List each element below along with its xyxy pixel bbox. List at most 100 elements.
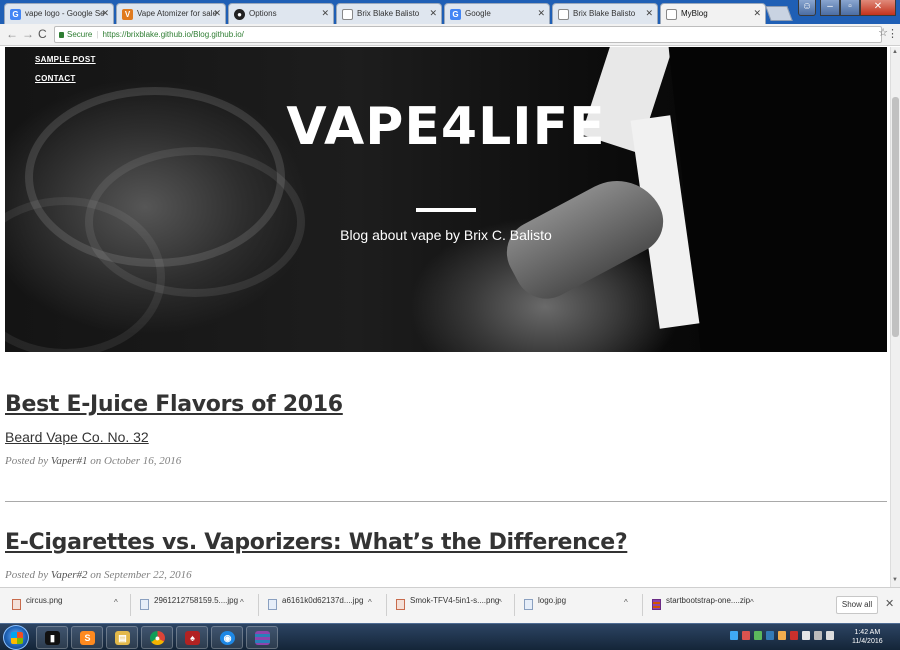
reload-icon[interactable]: C	[38, 27, 47, 41]
close-icon[interactable]: ✕	[645, 8, 653, 19]
tray-volume-icon[interactable]	[826, 631, 834, 640]
tray-display-icon[interactable]	[814, 631, 822, 640]
tab-title: Google	[465, 9, 491, 18]
archive-file-icon	[652, 599, 661, 610]
chevron-up-icon[interactable]: ^	[498, 598, 502, 607]
post-subtitle-link[interactable]: Beard Vape Co. No. 32	[5, 429, 887, 445]
download-item[interactable]: 2961212758159.5....jpg ^	[140, 596, 244, 616]
user-icon[interactable]: ☺	[798, 0, 816, 16]
post-author[interactable]: Vaper#1	[51, 455, 88, 467]
close-icon[interactable]: ✕	[213, 8, 221, 19]
chrome-icon: ●	[150, 631, 165, 645]
nav-link-contact[interactable]: CONTACT	[35, 74, 96, 83]
game-icon: ♠	[185, 631, 200, 645]
tray-network-icon[interactable]	[730, 631, 738, 640]
tab-myblog[interactable]: MyBlog ✕	[660, 3, 766, 25]
taskbar-app-chat[interactable]: ◉	[211, 626, 243, 649]
chevron-up-icon[interactable]: ^	[114, 598, 118, 607]
menu-icon[interactable]: ⋮	[887, 27, 898, 40]
scroll-down-arrow-icon[interactable]: ▼	[892, 577, 898, 583]
close-icon[interactable]: ✕	[321, 8, 329, 19]
lock-icon	[59, 32, 64, 38]
archive-icon	[255, 631, 270, 645]
tab-title: vape logo - Google Sear	[25, 9, 105, 18]
tab-title: Brix Blake Balisto	[357, 9, 420, 18]
tab-vape-logo-google[interactable]: G vape logo - Google Sear ✕	[4, 3, 114, 24]
post-meta: Posted by Vaper#2 on September 22, 2016	[5, 569, 887, 581]
tab-options[interactable]: ● Options ✕	[228, 3, 334, 24]
post-preview: Best E-Juice Flavors of 2016 Beard Vape …	[5, 392, 887, 467]
minimize-button[interactable]: –	[820, 0, 840, 16]
image-file-icon	[396, 599, 405, 610]
close-window-button[interactable]: ✕	[860, 0, 896, 16]
windows-logo-icon	[11, 632, 23, 644]
tray-update-icon[interactable]	[754, 631, 762, 640]
tab-google[interactable]: G Google ✕	[444, 3, 550, 24]
download-filename: circus.png	[26, 596, 63, 605]
post-meta-prefix: Posted by	[5, 569, 49, 581]
tray-shield-icon[interactable]	[742, 631, 750, 640]
post-author[interactable]: Vaper#2	[51, 569, 88, 581]
download-item[interactable]: startbootstrap-one....zip ^	[652, 596, 754, 616]
post-title-link[interactable]: E-Cigarettes vs. Vaporizers: What’s the …	[5, 530, 887, 555]
scrollbar-thumb[interactable]	[892, 97, 899, 337]
page-icon	[342, 9, 353, 20]
taskbar-app-game[interactable]: ♠	[176, 626, 208, 649]
back-arrow-icon[interactable]: ←	[6, 27, 18, 41]
taskbar-app-sublime[interactable]: S	[71, 626, 103, 649]
start-button[interactable]	[3, 625, 29, 650]
new-tab-button[interactable]	[765, 6, 793, 21]
tray-flag-icon[interactable]	[802, 631, 810, 640]
post-meta: Posted by Vaper#1 on October 16, 2016	[5, 455, 887, 467]
download-filename: Smok-TFV4-5in1-s....png	[410, 596, 500, 605]
scroll-up-arrow-icon[interactable]: ▲	[892, 49, 898, 55]
maximize-button[interactable]: ▫	[840, 0, 860, 16]
post-meta-prefix: Posted by	[5, 455, 49, 467]
post-date: September 22, 2016	[104, 569, 192, 581]
forward-arrow-icon[interactable]: →	[22, 27, 34, 41]
tab-brix-blake-1[interactable]: Brix Blake Balisto ✕	[336, 3, 442, 24]
post-meta-on: on	[90, 569, 102, 581]
shelf-divider	[642, 594, 643, 616]
close-icon[interactable]: ✕	[753, 8, 761, 19]
download-item[interactable]: a6161k0d62137d....jpg ^	[268, 596, 372, 616]
post-title-link[interactable]: Best E-Juice Flavors of 2016	[5, 392, 887, 417]
github-icon: ●	[234, 9, 245, 20]
tray-bluetooth-icon[interactable]	[766, 631, 774, 640]
chevron-up-icon[interactable]: ^	[750, 598, 754, 607]
download-filename: logo.jpg	[538, 596, 567, 605]
nav-link-sample-post[interactable]: SAMPLE POST	[35, 55, 96, 64]
close-icon[interactable]: ✕	[101, 8, 109, 19]
taskbar-app-archiver[interactable]	[246, 626, 278, 649]
secure-label: Secure	[67, 30, 93, 39]
clock-time: 1:42 AM	[854, 629, 881, 636]
tab-brix-blake-2[interactable]: Brix Blake Balisto ✕	[552, 3, 658, 24]
chevron-up-icon[interactable]: ^	[624, 598, 628, 607]
shelf-divider	[386, 594, 387, 616]
shelf-divider	[258, 594, 259, 616]
taskbar-clock[interactable]: 1:42 AM 11/4/2016	[852, 628, 883, 646]
close-icon[interactable]: ✕	[429, 8, 437, 19]
taskbar-app-chrome[interactable]: ●	[141, 626, 173, 649]
close-icon[interactable]: ✕	[537, 8, 545, 19]
tray-antivirus-icon[interactable]	[790, 631, 798, 640]
windows-taskbar: ▮ S ▤ ● ♠ ◉ 1:42 AM 11/4/2016	[0, 623, 900, 650]
taskbar-app-explorer[interactable]: ▤	[106, 626, 138, 649]
chevron-up-icon[interactable]: ^	[368, 598, 372, 607]
tray-app-icon[interactable]	[778, 631, 786, 640]
shelf-divider	[514, 594, 515, 616]
download-item[interactable]: circus.png ^	[12, 596, 118, 616]
address-bar[interactable]: Secure | https://brixblake.github.io/Blog.…	[54, 26, 882, 43]
page-scrollbar[interactable]: ▲ ▼	[890, 47, 900, 587]
close-icon[interactable]: ✕	[885, 597, 894, 610]
image-file-icon	[12, 599, 21, 610]
chevron-up-icon[interactable]: ^	[240, 598, 244, 607]
show-all-downloads-button[interactable]: Show all	[836, 596, 878, 614]
page-icon	[666, 9, 677, 20]
download-item[interactable]: Smok-TFV4-5in1-s....png ^	[396, 596, 502, 616]
shop-icon: V	[122, 9, 133, 20]
download-item[interactable]: logo.jpg ^	[524, 596, 628, 616]
tab-vape-atomizer[interactable]: V Vape Atomizer for sale - ✕	[116, 3, 226, 24]
taskbar-app-terminal[interactable]: ▮	[36, 626, 68, 649]
title-divider	[416, 208, 476, 212]
